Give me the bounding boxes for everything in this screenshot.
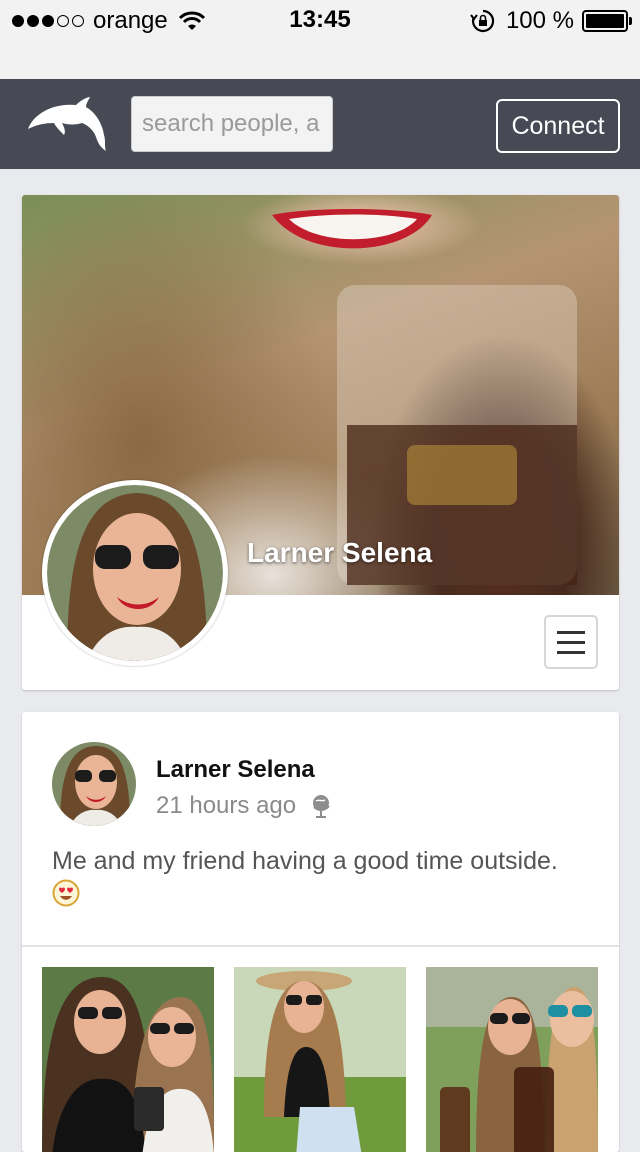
post-photo-3[interactable] [426,967,598,1152]
status-bar: orange 13:45 100 % [0,0,640,79]
battery-icon [582,10,632,32]
search-input[interactable]: search people, a [131,96,333,152]
profile-menu-button[interactable] [544,615,598,669]
post-author-name[interactable]: Larner Selena [156,756,315,784]
globe-icon [313,795,330,818]
profile-avatar[interactable] [42,480,228,666]
cover-photo-smile [272,209,432,249]
profile-card: Larner Selena [22,195,619,690]
battery-percentage: 100 % [505,7,574,34]
post-photo-2[interactable] [234,967,406,1152]
post-author-avatar[interactable] [52,742,136,826]
post-photo-1[interactable] [42,967,214,1152]
post-divider [22,945,619,947]
rotation-lock-icon [470,9,495,33]
post-text: Me and my friend having a good time outs… [52,847,558,875]
post-timestamp: 21 hours ago [156,792,332,820]
dolphin-icon[interactable] [24,95,108,155]
battery-area: 100 % [470,6,632,36]
connect-button[interactable]: Connect [496,99,620,153]
heart-eyes-emoji-icon [52,879,80,907]
top-navbar: search people, a Connect [0,79,640,169]
post-card: Larner Selena 21 hours ago Me and my fri… [22,712,619,1152]
profile-name: Larner Selena [247,537,433,568]
post-time-text: 21 hours ago [156,792,297,819]
